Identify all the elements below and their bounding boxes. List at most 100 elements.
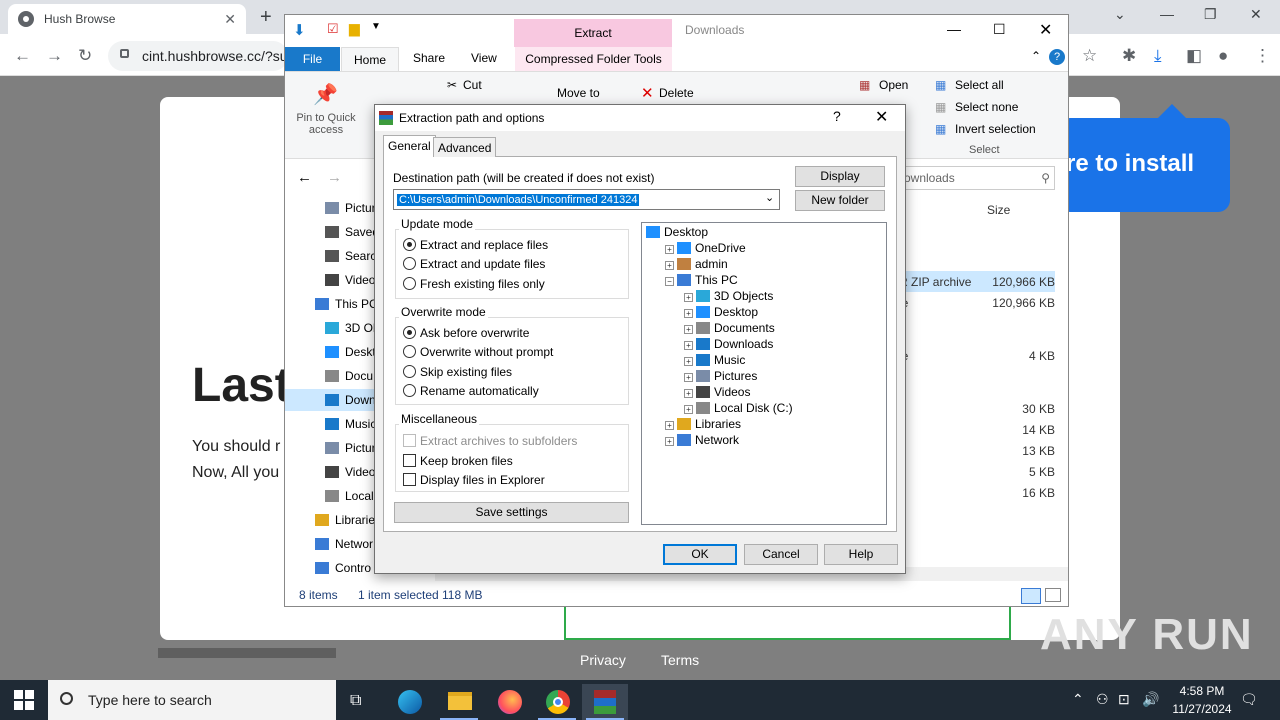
sidebar-item[interactable]: Librarie (315, 513, 375, 527)
tree-node[interactable]: + admin (665, 257, 728, 271)
checkbox-extract-subfolders[interactable]: Extract archives to subfolders (403, 434, 577, 448)
chevron-up-icon[interactable]: ⌃ (1072, 691, 1084, 708)
file-row[interactable]: le120,966 KB (895, 292, 1055, 313)
sidebar-item[interactable]: Video (325, 465, 375, 479)
extensions-icon[interactable]: ✱ (1122, 46, 1136, 66)
dialog-close-icon[interactable]: ✕ (875, 107, 888, 127)
sidebar-item[interactable]: Saved (325, 225, 379, 239)
cut-button[interactable]: Cut (463, 78, 482, 92)
radio-fresh-existing[interactable]: Fresh existing files only (403, 277, 545, 291)
folder-icon[interactable]: ▆ (349, 20, 360, 37)
ribbon-tab-home[interactable]: Home (341, 47, 399, 71)
new-tab-button[interactable]: + (260, 6, 272, 29)
radio-overwrite-without[interactable]: Overwrite without prompt (403, 345, 553, 359)
chevron-down-icon[interactable]: ⌄ (765, 191, 774, 204)
radio-extract-replace[interactable]: Extract and replace files (403, 238, 548, 252)
expand-icon[interactable]: + (665, 261, 674, 270)
sidebar-item[interactable]: Pictur (325, 201, 376, 215)
wifi-icon[interactable]: ⊡ (1118, 691, 1130, 708)
back-icon[interactable]: ← (297, 169, 312, 186)
tree-node[interactable]: Desktop (646, 225, 708, 239)
tree-node[interactable]: − This PC (665, 273, 738, 287)
tab-advanced[interactable]: Advanced (433, 137, 497, 157)
sidebar-item[interactable]: 3D Ob (325, 321, 380, 335)
expand-icon[interactable]: + (684, 341, 693, 350)
radio-rename-auto[interactable]: Rename automatically (403, 384, 539, 398)
profile-icon[interactable]: ● (1218, 46, 1228, 66)
expand-icon[interactable]: + (684, 309, 693, 318)
sidebar-item[interactable]: Contro (315, 561, 371, 575)
menu-icon[interactable]: ⋮ (1254, 46, 1271, 66)
task-view-icon[interactable]: ⧉ (336, 684, 382, 720)
close-button[interactable]: ✕ (1039, 20, 1052, 40)
radio-skip-existing[interactable]: Skip existing files (403, 365, 512, 379)
lock-icon[interactable] (120, 49, 129, 58)
radio-extract-update[interactable]: Extract and update files (403, 257, 545, 271)
chrome-icon[interactable] (534, 684, 580, 720)
ribbon-tab-compressed-tools[interactable]: Compressed Folder Tools (515, 47, 672, 71)
restore-button[interactable]: ❐ (1204, 6, 1217, 23)
reload-icon[interactable]: ↻ (78, 46, 92, 66)
forward-icon[interactable]: → (327, 169, 342, 186)
tree-node[interactable]: + Local Disk (C:) (684, 401, 793, 415)
destination-path-combobox[interactable]: C:\Users\admin\Downloads\Unconfirmed 241… (393, 189, 780, 210)
winrar-taskbar-icon[interactable] (582, 684, 628, 720)
tab-close-icon[interactable]: ✕ (224, 11, 236, 28)
file-row[interactable]: 14 KB (895, 419, 1055, 440)
file-row[interactable]: R ZIP archive 120,966 KB (895, 271, 1055, 292)
expand-icon[interactable]: + (665, 421, 674, 430)
new-folder-button[interactable]: New folder (795, 190, 885, 211)
bookmark-star-icon[interactable]: ☆ (1082, 46, 1097, 66)
ribbon-tab-share[interactable]: Share (413, 51, 445, 65)
explorer-search-box[interactable]: ownloads ⚲ (899, 166, 1055, 190)
file-row[interactable]: e5 KB (895, 461, 1055, 482)
select-all-button[interactable]: Select all (955, 78, 1004, 92)
back-icon[interactable]: ← (14, 46, 31, 66)
edge-icon[interactable] (386, 684, 432, 720)
minimize-button[interactable]: — (1160, 6, 1174, 22)
volume-icon[interactable]: 🔊 (1142, 691, 1159, 708)
tree-node[interactable]: + Music (684, 353, 745, 367)
tree-node[interactable]: +3D Objects (684, 289, 773, 303)
dialog-help-icon[interactable]: ? (833, 108, 841, 124)
expand-icon[interactable]: + (665, 245, 674, 254)
expand-icon[interactable]: − (665, 277, 674, 286)
firefox-icon[interactable] (486, 684, 532, 720)
browser-tab[interactable]: Hush Browse ✕ (8, 4, 246, 34)
move-to-button[interactable]: Move to (557, 86, 600, 100)
terms-link[interactable]: Terms (661, 652, 699, 668)
sidebar-item[interactable]: Deskt (325, 345, 376, 359)
expand-icon[interactable]: + (684, 405, 693, 414)
folder-tree[interactable]: Desktop + OneDrive + admin − This PC +3D Object… (641, 222, 887, 525)
clock-date[interactable]: 11/27/2024 (1166, 702, 1238, 716)
tree-node[interactable]: + Desktop (684, 305, 758, 319)
details-view-icon[interactable] (1021, 588, 1041, 604)
ok-button[interactable]: OK (663, 544, 737, 565)
horizontal-scrollbar[interactable] (158, 648, 336, 658)
close-button[interactable]: ✕ (1250, 6, 1262, 23)
checkbox-display-explorer[interactable]: Display files in Explorer (403, 473, 545, 487)
file-explorer-taskbar-icon[interactable] (436, 684, 482, 720)
sidebar-item[interactable]: Pictur (325, 441, 376, 455)
download-icon[interactable]: ⤓ (1154, 46, 1162, 66)
file-row[interactable]: 16 KB (895, 482, 1055, 503)
maximize-button[interactable]: ☐ (993, 21, 1006, 38)
tree-node[interactable]: + Downloads (684, 337, 773, 351)
large-icons-view-icon[interactable] (1045, 588, 1061, 602)
display-button[interactable]: Display (795, 166, 885, 187)
delete-button[interactable]: Delete (659, 86, 694, 100)
checkbox-keep-broken[interactable]: Keep broken files (403, 454, 513, 468)
sidebar-item[interactable]: Video (325, 273, 375, 287)
tree-node[interactable]: + Network (665, 433, 739, 447)
sidebar-item[interactable]: Music (325, 417, 376, 431)
qat-dropdown-icon[interactable]: ▼ (371, 21, 381, 32)
taskbar-search-box[interactable]: Type here to search (48, 680, 336, 720)
file-row[interactable]: 13 KB (895, 440, 1055, 461)
pin-quick-access-button[interactable]: Pin to Quick access (291, 112, 361, 136)
expand-icon[interactable]: + (684, 325, 693, 334)
radio-ask-before[interactable]: Ask before overwrite (403, 326, 529, 340)
cancel-button[interactable]: Cancel (744, 544, 818, 565)
privacy-link[interactable]: Privacy (580, 652, 626, 668)
tree-node[interactable]: + Documents (684, 321, 775, 335)
help-icon[interactable]: ? (1049, 49, 1065, 65)
